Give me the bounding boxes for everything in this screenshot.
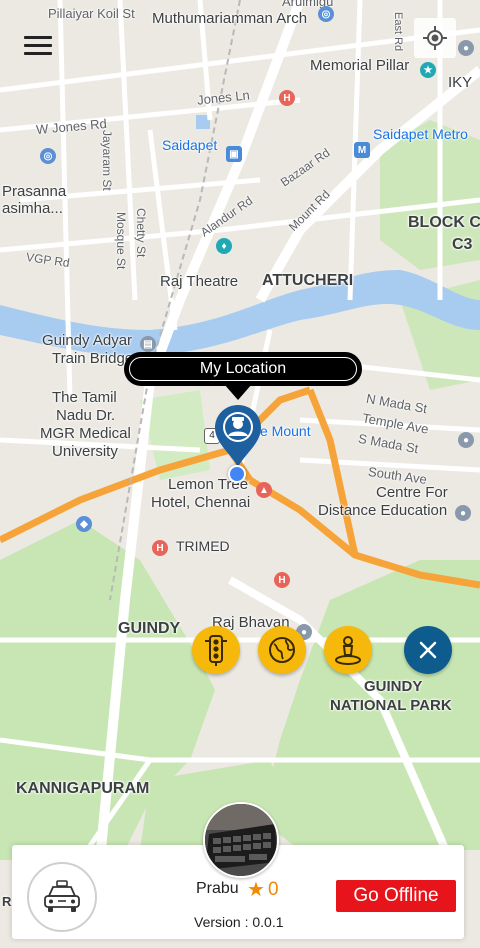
poi-icon: ● [458, 40, 474, 56]
map-label: East Rd [392, 12, 404, 52]
train-station-icon: ▣ [226, 146, 242, 162]
temple-poi-icon: ◎ [40, 148, 56, 164]
my-location-label: My Location [129, 357, 357, 381]
map-label: Pillaiyar Koil St [48, 6, 135, 21]
menu-button[interactable] [24, 36, 54, 58]
driver-rating: 0 [268, 879, 279, 900]
close-button[interactable] [404, 626, 452, 674]
map-label: BLOCK C [408, 214, 480, 231]
my-location-callout[interactable]: My Location [124, 352, 362, 386]
hospital-poi-icon: H [152, 540, 168, 556]
map-label: Saidapet Metro [373, 126, 468, 142]
traffic-button[interactable] [192, 626, 240, 674]
map-pin-person-icon [335, 636, 361, 665]
map-label: Distance Education [318, 502, 448, 519]
map-label: Prasanna [2, 183, 67, 200]
vehicle-badge [27, 862, 97, 932]
poi-icon: ▤ [140, 336, 156, 352]
temple-poi-icon: ◎ [318, 6, 334, 22]
hamburger-bar [24, 44, 52, 47]
map-label: MGR Medical [40, 425, 131, 442]
map-label: asimha... [2, 200, 63, 217]
current-position-dot [228, 465, 246, 483]
hamburger-menu-icon [24, 36, 52, 39]
close-icon [419, 641, 437, 659]
driver-location-pin[interactable] [212, 403, 264, 474]
map-label: Chetty St [134, 208, 148, 258]
hamburger-bar [24, 52, 52, 55]
map-label: C3 [452, 236, 473, 253]
callout-pointer [224, 384, 252, 400]
hotel-poi-icon: ▲ [256, 482, 272, 498]
star-icon: ★ [247, 879, 265, 901]
map-label: KANNIGAPURAM [16, 780, 150, 797]
taxi-car-icon [44, 880, 80, 912]
app-version: Version : 0.0.1 [194, 914, 284, 930]
map-label: University [52, 443, 118, 460]
school-poi-icon: ◆ [76, 516, 92, 532]
map-label: GUINDY [364, 678, 423, 695]
map-label: IKY [448, 74, 473, 91]
map-label: NATIONAL PARK [330, 697, 452, 714]
traffic-light-icon [205, 635, 227, 666]
map-label: Raj Theatre [160, 273, 239, 290]
map-label: ATTUCHERI [262, 272, 354, 289]
driver-avatar[interactable] [203, 802, 279, 878]
poi-icon: ● [458, 432, 474, 448]
locate-button[interactable] [414, 18, 456, 58]
map-label: Guindy Adyar [42, 332, 133, 349]
map-label: Mosque St [114, 212, 128, 270]
map-label: Saidapet [162, 137, 218, 153]
hospital-poi-icon: H [279, 90, 295, 106]
driver-pin-icon [215, 405, 261, 467]
map-label: e Mount [260, 423, 311, 439]
crosshair-locate-icon [423, 26, 447, 50]
map-label: Hotel, Chennai [151, 494, 251, 511]
attraction-poi-icon: ★ [420, 62, 436, 78]
map-label: Memorial Pillar [310, 57, 410, 74]
map-label: Train Bridge [52, 350, 134, 367]
map-label: The Tamil [52, 389, 117, 406]
poi-icon: ● [455, 505, 471, 521]
attraction-poi-icon: ♦ [216, 238, 232, 254]
hospital-poi-icon: H [274, 572, 290, 588]
go-offline-button[interactable]: Go Offline [336, 880, 456, 912]
map-label: Jayaram St [100, 130, 114, 191]
avatar-photo [205, 804, 277, 876]
map-label: Centre For [376, 484, 448, 501]
map-label: Muthumariamman Arch [152, 10, 308, 27]
map-layer-button[interactable] [258, 626, 306, 674]
map-label: TRIMED [176, 538, 230, 554]
map-label: Nadu Dr. [56, 407, 116, 424]
driver-name: Prabu [196, 880, 239, 897]
nearby-button[interactable] [324, 626, 372, 674]
map-label: GUINDY [118, 620, 181, 637]
globe-icon [269, 637, 295, 663]
metro-station-icon: M [354, 142, 370, 158]
